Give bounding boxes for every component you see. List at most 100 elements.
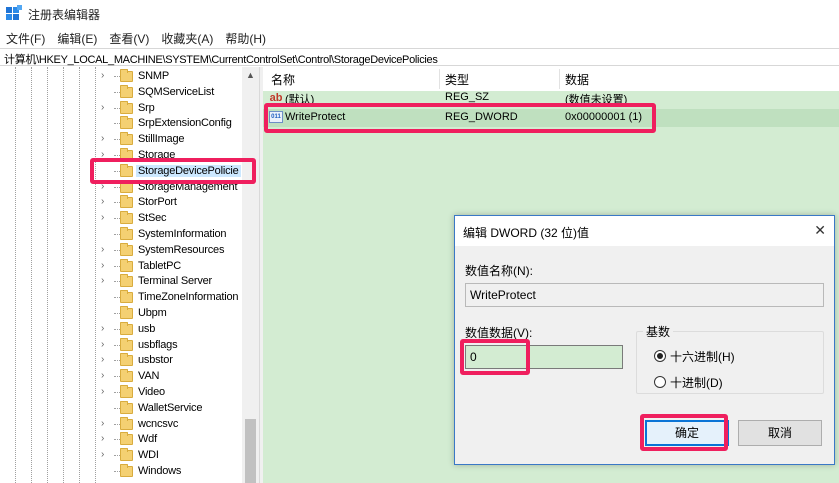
chevron-right-icon[interactable]: › [101,149,111,161]
chevron-right-icon[interactable]: › [101,133,111,145]
folder-icon [120,242,133,256]
close-icon[interactable]: ✕ [814,222,826,239]
tree-item[interactable]: SQMServiceList [0,84,242,101]
tree-item[interactable]: Windows [0,464,242,480]
tree-item[interactable]: › SystemResources [0,242,242,259]
tree-item[interactable]: › usbstor [0,353,242,369]
regedit-icon [6,5,22,20]
chevron-right-icon[interactable]: › [101,275,111,287]
tree-item-label: StorPort [138,196,177,209]
tree-item-label: Wdf [138,433,157,446]
hex-radio-label[interactable]: 十六进制(H) [670,348,735,365]
chevron-right-icon[interactable]: › [101,260,111,272]
tree-item[interactable]: › Video [0,385,242,401]
tree-item[interactable]: › StillImage [0,132,242,148]
chevron-right-icon[interactable]: › [101,354,111,366]
tree-item[interactable]: SystemInformation [0,227,242,243]
chevron-right-icon[interactable]: › [101,70,111,82]
menu-favorites[interactable]: 收藏夹(A) [155,27,219,47]
chevron-right-icon[interactable]: › [101,370,111,382]
chevron-right-icon[interactable]: › [101,339,111,351]
tree-item[interactable]: › wcncsvc [0,416,242,433]
chevron-right-icon[interactable]: › [101,196,111,208]
base-group-title: 基数 [643,323,674,340]
tree-item[interactable]: › VAN [0,369,242,385]
tree-item-label: TimeZoneInformation [138,291,239,304]
tree-item[interactable]: › Srp [0,100,242,117]
ok-button[interactable]: 确定 [645,420,729,446]
dialog-title-bar[interactable]: 编辑 DWORD (32 位)值 ✕ [455,216,834,246]
column-data[interactable]: 数据 [565,71,589,88]
column-name[interactable]: 名称 [271,71,295,88]
tree-item-label: StorageManagement [138,180,238,193]
hex-radio[interactable] [654,350,666,362]
chevron-right-icon[interactable]: › [101,386,111,398]
chevron-right-icon[interactable]: › [101,449,111,461]
folder-icon [120,211,133,225]
tree-item[interactable]: › usbflags [0,337,242,354]
tree-item[interactable]: › StSec [0,211,242,227]
values-header: 名称 类型 数据 [263,67,839,91]
folder-icon [120,369,133,383]
chevron-right-icon[interactable]: › [101,212,111,224]
tree-item[interactable]: › StorageManagement [0,179,242,196]
address-path[interactable]: 计算机\HKEY_LOCAL_MACHINE\SYSTEM\CurrentCon… [4,51,438,67]
chevron-right-icon[interactable]: › [101,102,111,114]
tree-scrollbar[interactable]: ▲ [242,67,259,483]
chevron-right-icon[interactable]: › [101,323,111,335]
tree-item[interactable]: › WDI [0,448,242,464]
tree-item[interactable]: › StorPort [0,195,242,211]
tree-item[interactable]: › TabletPC [0,258,242,275]
tree-item[interactable]: WalletService [0,400,242,417]
folder-icon [120,337,133,351]
value-name: WriteProtect [285,111,346,123]
tree-item-label: SNMP [138,70,169,82]
tree-item-label: usb [138,322,156,335]
chevron-right-icon[interactable]: › [101,433,111,445]
scroll-thumb[interactable] [245,419,256,483]
tree-item-label: Ubpm [138,307,167,319]
scroll-up-arrow-icon[interactable]: ▲ [246,70,255,80]
tree-item[interactable]: SrpExtensionConfig [0,116,242,132]
folder-icon [120,290,133,304]
tree-item[interactable]: Ubpm [0,306,242,322]
column-type[interactable]: 类型 [445,71,469,88]
menu-view[interactable]: 查看(V) [103,27,155,47]
folder-icon [120,353,133,367]
dec-radio-label[interactable]: 十进制(D) [670,374,723,391]
value-row-writeprotect[interactable]: 011 WriteProtect REG_DWORD 0x00000001 (1… [263,109,839,127]
menu-edit[interactable]: 编辑(E) [51,27,103,47]
folder-icon [120,179,133,193]
tree-item[interactable]: › usb [0,321,242,338]
tree-item-label: Video [138,386,165,398]
folder-icon [120,321,133,335]
tree-item[interactable]: › Terminal Server [0,274,242,290]
chevron-right-icon[interactable]: › [101,244,111,256]
menu-help[interactable]: 帮助(H) [219,27,272,47]
tree-item[interactable]: StorageDevicePolicie [0,163,242,180]
window-title: 注册表编辑器 [28,8,101,22]
dec-radio[interactable] [654,376,666,388]
tree-item[interactable]: › Wdf [0,432,242,448]
tree-item[interactable]: TimeZoneInformation [0,290,242,306]
tree-item[interactable]: › SNMP [0,69,242,85]
value-data-input[interactable]: 0 [465,345,623,369]
folder-icon [120,163,133,177]
address-bar[interactable]: 计算机\HKEY_LOCAL_MACHINE\SYSTEM\CurrentCon… [0,48,839,66]
tree-item[interactable]: › Storage [0,148,242,164]
menu-file[interactable]: 文件(F) [0,27,51,47]
column-divider[interactable] [439,69,440,89]
column-divider[interactable] [559,69,560,89]
chevron-right-icon[interactable]: › [101,418,111,430]
chevron-right-icon[interactable]: › [101,181,111,193]
folder-icon [120,448,133,462]
cancel-button[interactable]: 取消 [738,420,822,446]
dialog-title: 编辑 DWORD (32 位)值 [463,226,590,240]
folder-icon [120,100,133,114]
folder-icon [120,306,133,319]
value-type: REG_DWORD [445,111,518,123]
value-row-default[interactable]: ab (默认) REG_SZ (数值未设置) [263,91,839,107]
folder-icon [120,416,133,430]
menu-bar: 文件(F) 编辑(E) 查看(V) 收藏夹(A) 帮助(H) [0,27,839,47]
folder-icon [120,400,133,414]
